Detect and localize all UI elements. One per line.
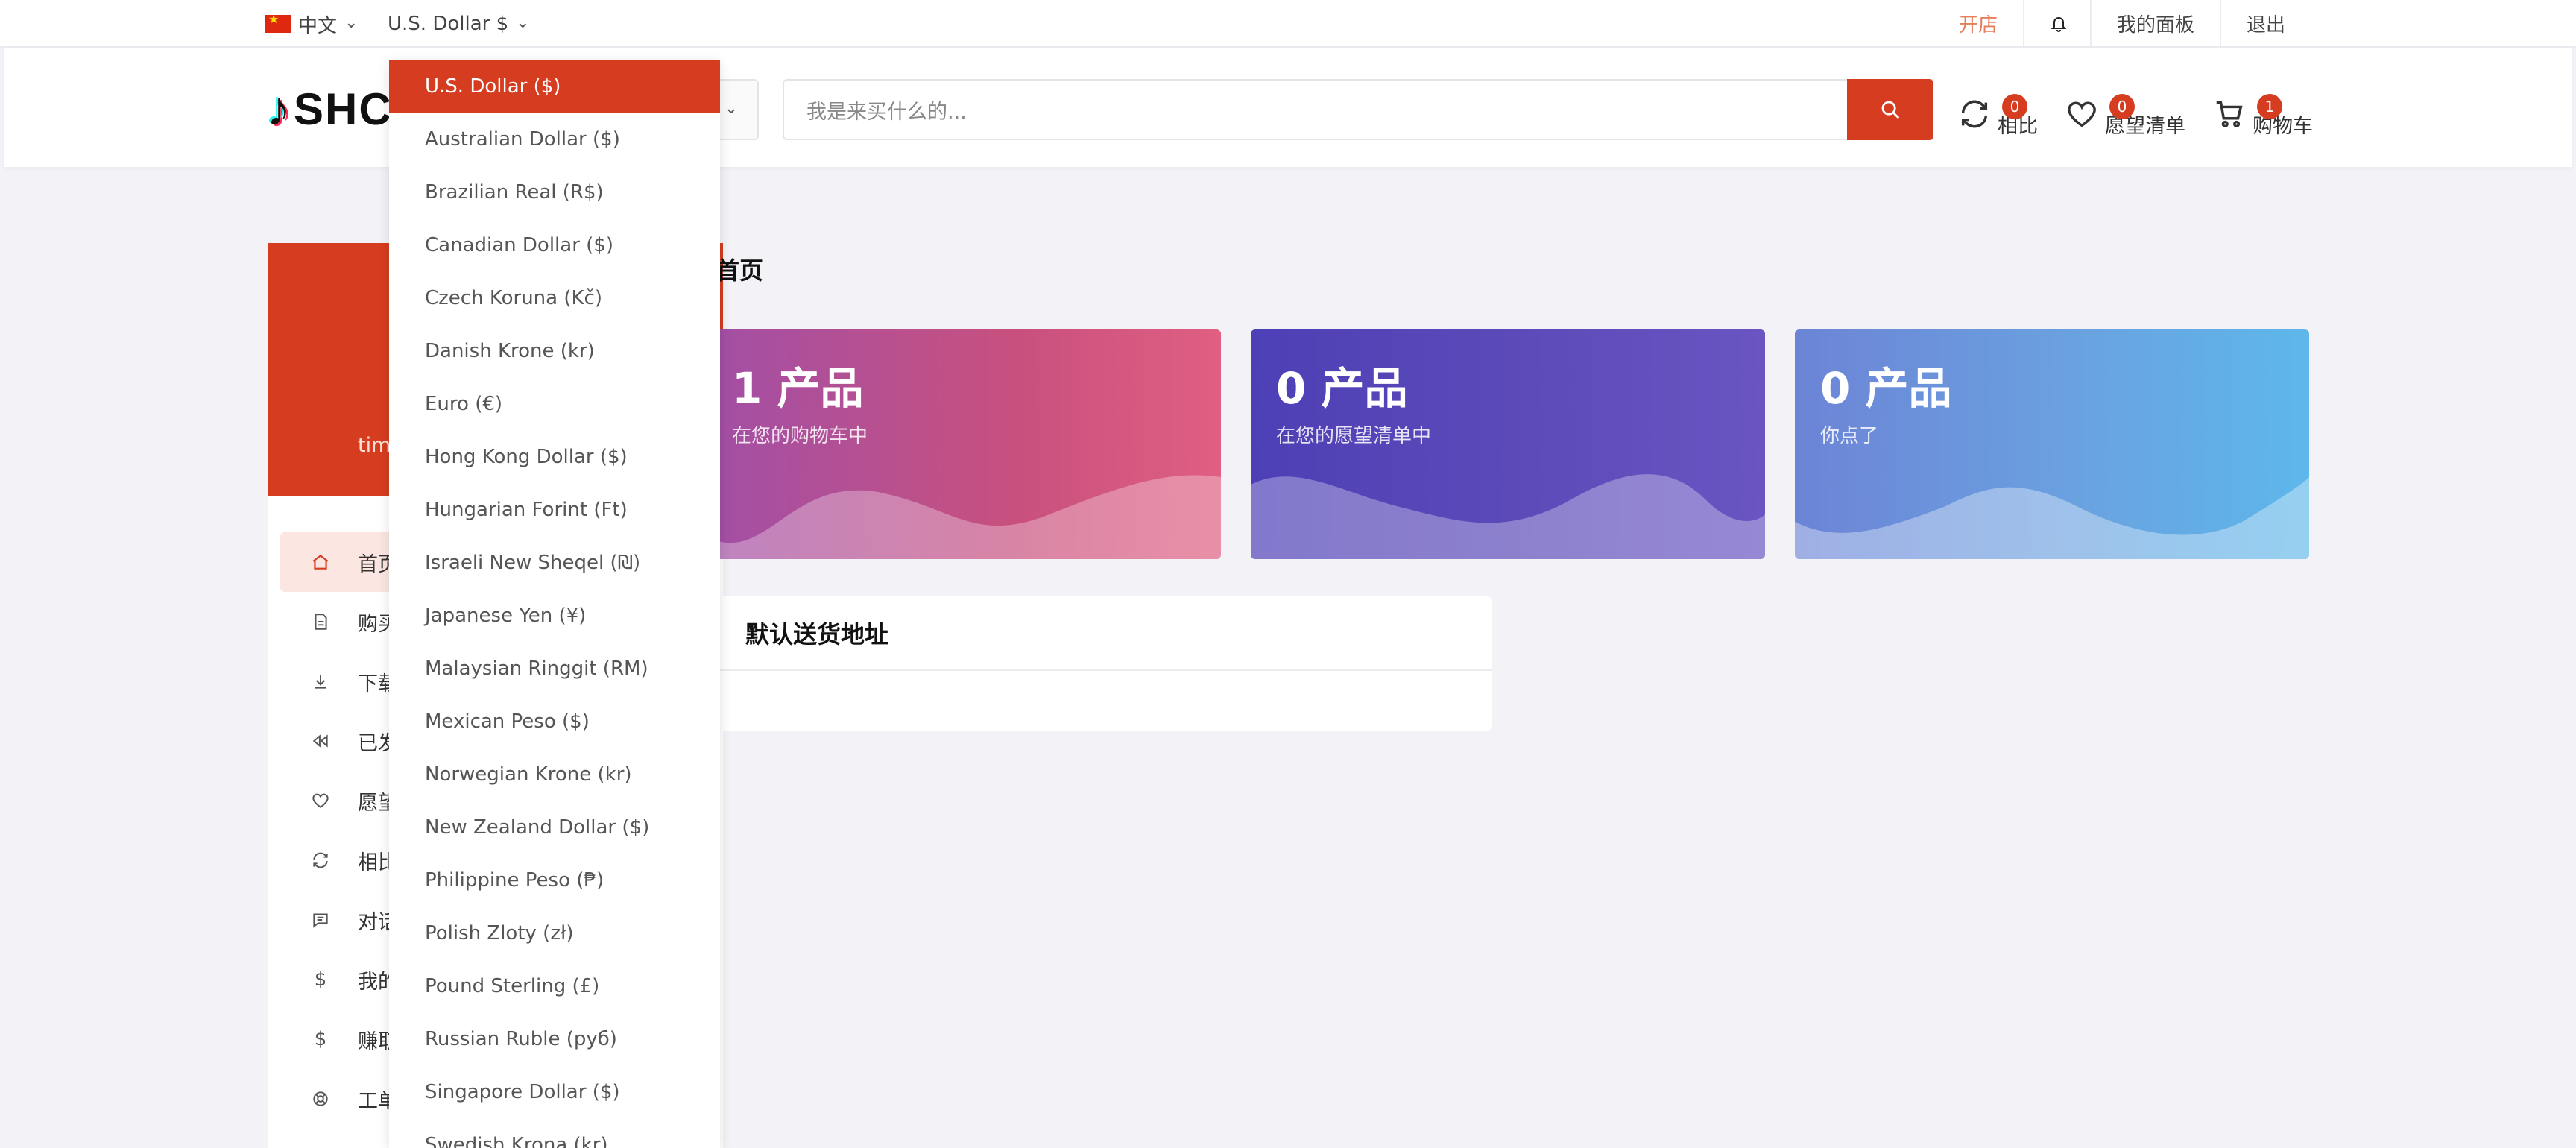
address-card-title: 默认送货地址	[716, 596, 1492, 671]
language-selector[interactable]: 中文 ⌄	[265, 9, 358, 39]
currency-option[interactable]: Malaysian Ringgit (RM)	[389, 642, 720, 695]
search-input[interactable]: 我是来买什么的...	[783, 79, 1933, 140]
dollar-icon: $	[314, 968, 327, 991]
currency-option[interactable]: Hungarian Forint (Ft)	[389, 483, 720, 536]
logo-text: SHC	[294, 83, 393, 134]
china-flag-icon	[265, 12, 291, 33]
username: tim	[358, 434, 391, 457]
wishlist-count-badge: 0	[2109, 94, 2135, 119]
top-bar-links: 开店 我的面板 退出	[1933, 0, 2311, 46]
currency-option[interactable]: Swedish Krona (kr)	[389, 1118, 720, 1148]
logout-link[interactable]: 退出	[2219, 0, 2311, 46]
heart-icon	[310, 790, 331, 811]
card-description: 在您的购物车中	[732, 425, 868, 447]
search-button[interactable]	[1847, 79, 1933, 140]
currency-option[interactable]: Pound Sterling (£)	[389, 959, 720, 1012]
home-icon	[310, 552, 331, 573]
compare-count-badge: 0	[2002, 94, 2027, 119]
currency-selector[interactable]: U.S. Dollar $ ⌄	[388, 9, 530, 39]
compare-button[interactable]: 0 相比	[1957, 85, 2038, 145]
dashboard-link[interactable]: 我的面板	[2089, 0, 2220, 46]
cart-count-badge: 1	[2257, 94, 2282, 119]
site-logo[interactable]: ♪ SHC	[267, 79, 393, 139]
currency-option[interactable]: Philippine Peso (₱)	[389, 854, 720, 906]
cart-icon: 1	[2212, 94, 2282, 133]
currency-dropdown-menu: U.S. Dollar ($) Australian Dollar ($) Br…	[389, 60, 720, 1148]
language-label: 中文	[298, 14, 338, 37]
currency-option[interactable]: Norwegian Krone (kr)	[389, 748, 720, 801]
currency-option[interactable]: Australian Dollar ($)	[389, 113, 720, 165]
cart-summary-card: 1 产品 在您的购物车中	[707, 329, 1221, 559]
cart-button[interactable]: 1 购物车	[2212, 85, 2313, 145]
wishlist-button[interactable]: 0 愿望清单	[2065, 85, 2185, 145]
dollar-icon: $	[314, 1028, 327, 1050]
document-icon	[310, 611, 331, 632]
tiktok-logo-icon: ♪	[267, 82, 292, 136]
currency-option[interactable]: Israeli New Sheqel (₪)	[389, 536, 720, 589]
orders-summary-card: 0 产品 你点了	[1795, 329, 2309, 559]
wave-decoration	[707, 475, 1221, 559]
chat-icon	[310, 909, 331, 930]
page-title: 首页	[716, 256, 764, 285]
currency-option[interactable]: Canadian Dollar ($)	[389, 218, 720, 271]
currency-option[interactable]: Euro (€)	[389, 377, 720, 430]
top-bar: 中文 ⌄ U.S. Dollar $ ⌄ 开店 我的面板 退出	[0, 0, 2576, 48]
search-icon	[1881, 101, 1900, 119]
currency-option[interactable]: Polish Zloty (zł)	[389, 906, 720, 959]
wave-decoration	[1251, 474, 1765, 559]
currency-option[interactable]: Brazilian Real (R$)	[389, 165, 720, 218]
currency-option[interactable]: U.S. Dollar ($)	[389, 60, 720, 113]
default-address-card: 默认送货地址	[716, 596, 1492, 731]
chevron-down-icon: ⌄	[516, 13, 530, 32]
wave-decoration	[1795, 477, 2309, 559]
currency-option[interactable]: Russian Ruble (руб)	[389, 1012, 720, 1065]
currency-option[interactable]: New Zealand Dollar ($)	[389, 801, 720, 854]
wishlist-summary-card: 0 产品 在您的愿望清单中	[1251, 329, 1765, 559]
notifications-button[interactable]	[2022, 0, 2090, 46]
support-icon	[310, 1088, 331, 1109]
search-placeholder: 我是来买什么的...	[806, 100, 967, 124]
currency-option[interactable]: Mexican Peso ($)	[389, 695, 720, 748]
card-count: 0 产品	[1820, 363, 1952, 414]
chevron-down-icon: ⌄	[344, 13, 359, 32]
chevron-down-icon: ⌄	[724, 98, 739, 118]
currency-option[interactable]: Singapore Dollar ($)	[389, 1065, 720, 1118]
refresh-icon	[310, 850, 331, 871]
rewind-icon	[310, 731, 331, 751]
download-icon	[310, 671, 331, 692]
currency-option[interactable]: Czech Koruna (Kč)	[389, 271, 720, 324]
card-count: 1 产品	[732, 363, 864, 414]
open-store-link[interactable]: 开店	[1933, 0, 2023, 46]
card-count: 0 产品	[1276, 363, 1408, 414]
heart-icon: 0	[2065, 94, 2135, 133]
refresh-icon: 0	[1957, 94, 2027, 133]
bell-icon	[2050, 15, 2067, 32]
currency-label: U.S. Dollar $	[388, 13, 509, 35]
card-description: 你点了	[1820, 425, 1879, 447]
currency-option[interactable]: Danish Krone (kr)	[389, 324, 720, 377]
card-description: 在您的愿望清单中	[1276, 425, 1432, 447]
currency-option[interactable]: Hong Kong Dollar ($)	[389, 430, 720, 483]
currency-option[interactable]: Japanese Yen (¥)	[389, 589, 720, 642]
